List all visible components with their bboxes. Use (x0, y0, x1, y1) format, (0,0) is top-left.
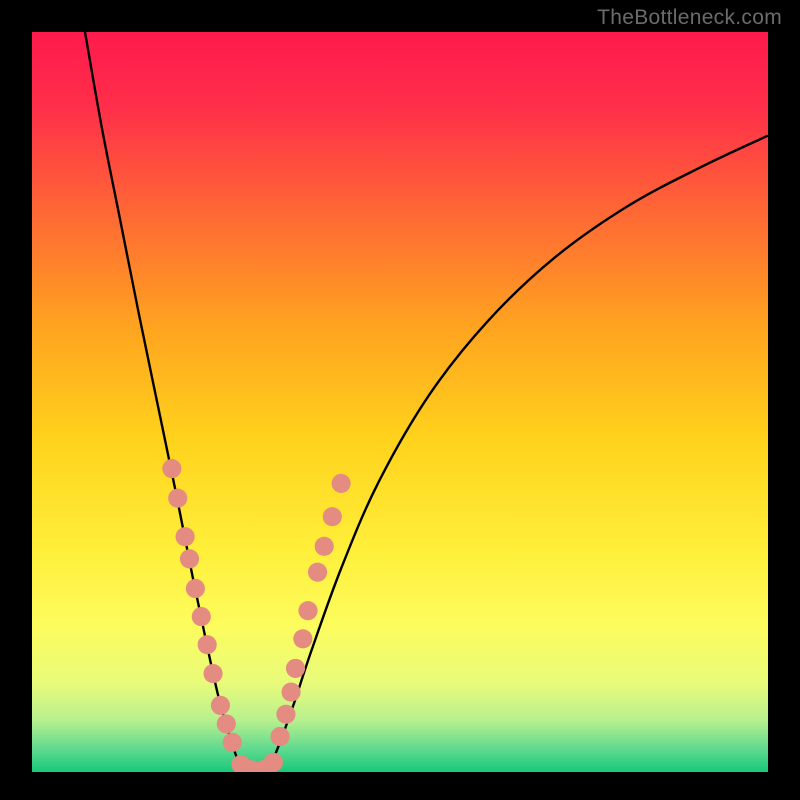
data-marker (211, 696, 230, 715)
data-marker (286, 659, 305, 678)
data-marker (308, 563, 327, 582)
data-marker (276, 705, 295, 724)
data-marker (176, 527, 195, 546)
data-marker (203, 664, 222, 683)
data-marker (315, 537, 334, 556)
left-branch-curve (85, 32, 245, 772)
watermark-text: TheBottleneck.com (597, 6, 782, 30)
data-marker (223, 733, 242, 752)
data-marker (168, 489, 187, 508)
curve-layer (32, 32, 768, 772)
data-marker (162, 459, 181, 478)
data-marker (192, 607, 211, 626)
data-marker (198, 635, 217, 654)
data-marker (186, 579, 205, 598)
data-marker (180, 549, 199, 568)
data-marker (282, 683, 301, 702)
data-marker (323, 507, 342, 526)
data-marker (293, 629, 312, 648)
data-marker (332, 474, 351, 493)
data-marker (298, 601, 317, 620)
right-branch-curve (268, 136, 768, 772)
data-marker (217, 714, 236, 733)
data-marker (264, 753, 283, 772)
data-marker (270, 727, 289, 746)
marker-group (162, 459, 350, 772)
plot-area (32, 32, 768, 772)
